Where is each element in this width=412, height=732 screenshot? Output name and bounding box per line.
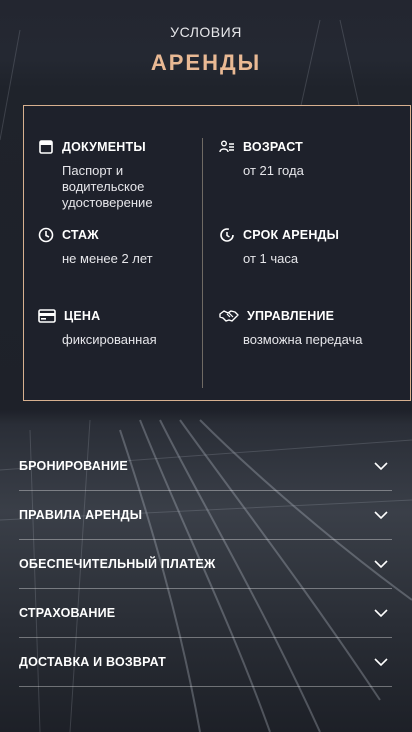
condition-value: не менее 2 лет <box>62 251 153 266</box>
accordion-label: СТРАХОВАНИЕ <box>19 606 116 620</box>
accordion-rental-rules[interactable]: ПРАВИЛА АРЕНДЫ <box>19 491 392 540</box>
condition-title: ВОЗРАСТ <box>243 140 303 154</box>
section-title: АРЕНДЫ <box>150 50 262 75</box>
condition-rental-term: СРОК АРЕНДЫ от 1 часа <box>219 227 369 267</box>
accordion-booking[interactable]: БРОНИРОВАНИЕ <box>19 442 392 491</box>
rental-conditions-card: ДОКУМЕНТЫ Паспорт и водительское удостов… <box>23 105 411 401</box>
accordion-security-deposit[interactable]: ОБЕСПЕЧИТЕЛЬНЫЙ ПЛАТЕЖ <box>19 540 392 589</box>
section-header: УСЛОВИЯ АРЕНДЫ <box>0 24 412 76</box>
condition-title: СРОК АРЕНДЫ <box>243 228 340 242</box>
accordion-delivery-return[interactable]: ДОСТАВКА И ВОЗВРАТ <box>19 638 392 687</box>
card-divider <box>202 138 203 388</box>
card-icon <box>38 309 56 323</box>
clock-icon <box>38 227 54 243</box>
condition-value: от 21 года <box>243 163 304 178</box>
condition-value: фиксированная <box>62 332 157 347</box>
age-icon <box>219 140 234 153</box>
condition-value: Паспорт и водительское удостоверение <box>62 163 153 210</box>
chevron-down-icon[interactable] <box>374 609 388 618</box>
chevron-down-icon[interactable] <box>374 658 388 667</box>
timer-icon <box>220 228 234 242</box>
condition-title: СТАЖ <box>62 228 99 242</box>
chevron-down-icon[interactable] <box>374 462 388 471</box>
condition-documents: ДОКУМЕНТЫ Паспорт и водительское удостов… <box>38 139 188 211</box>
section-subtitle: УСЛОВИЯ <box>170 24 242 40</box>
handshake-icon <box>219 310 239 322</box>
accordion-label: ПРАВИЛА АРЕНДЫ <box>19 508 143 522</box>
accordion-label: ОБЕСПЕЧИТЕЛЬНЫЙ ПЛАТЕЖ <box>19 557 216 571</box>
condition-age: ВОЗРАСТ от 21 года <box>219 139 369 179</box>
accordion-label: БРОНИРОВАНИЕ <box>19 459 128 473</box>
condition-title: ДОКУМЕНТЫ <box>62 140 146 154</box>
accordion-label: ДОСТАВКА И ВОЗВРАТ <box>19 655 167 669</box>
chevron-down-icon[interactable] <box>374 511 388 520</box>
condition-title: ЦЕНА <box>64 309 101 323</box>
condition-price: ЦЕНА фиксированная <box>38 308 188 348</box>
chevron-down-icon[interactable] <box>374 560 388 569</box>
document-icon <box>39 140 53 154</box>
condition-title: УПРАВЛЕНИЕ <box>247 309 335 323</box>
accordion-insurance[interactable]: СТРАХОВАНИЕ <box>19 589 392 638</box>
condition-value: от 1 часа <box>243 251 299 266</box>
condition-value: возможна передача <box>243 332 363 347</box>
condition-experience: СТАЖ не менее 2 лет <box>38 227 188 267</box>
condition-driving: УПРАВЛЕНИЕ возможна передача <box>219 308 369 348</box>
